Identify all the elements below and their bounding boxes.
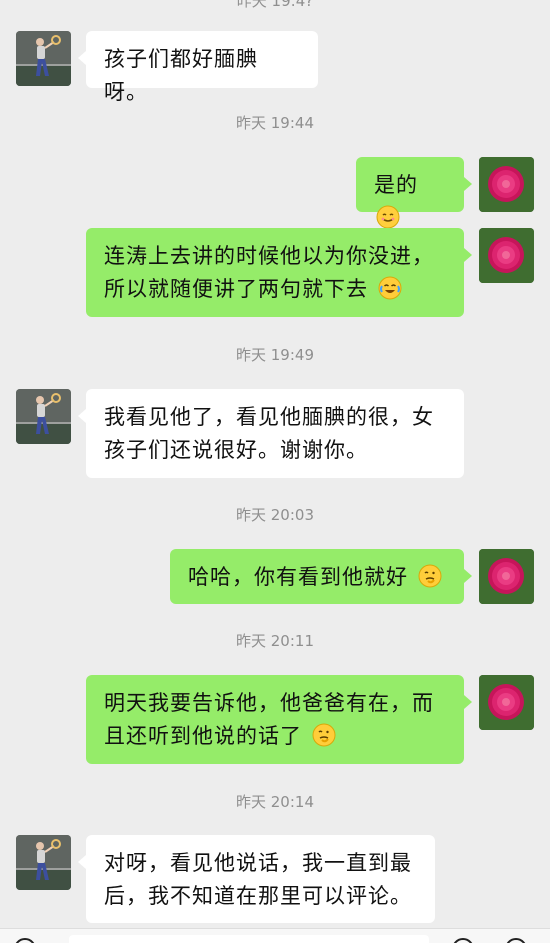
chat-bubble[interactable]: 是的 (356, 157, 472, 229)
chat-bubble[interactable]: 明天我要告诉他，他爸爸有在，而 且还听到他说的话了 (86, 675, 472, 764)
chat-bubble[interactable]: 对呀，看见他说话，我一直到最 后，我不知道在那里可以评论。 (78, 835, 435, 923)
timestamp: 昨天 20:14 (236, 793, 314, 811)
tennis-player-avatar[interactable] (16, 31, 71, 86)
flower-avatar[interactable] (479, 228, 534, 283)
flower-avatar[interactable] (479, 675, 534, 730)
flower-avatar[interactable] (479, 549, 534, 604)
timestamp: 昨天 19:49 (236, 346, 314, 364)
message-line-text: 所以就随便讲了两句就下去 (104, 277, 368, 301)
chat-input-bar (0, 928, 550, 943)
thinking-emoji-icon (312, 723, 336, 747)
smile-emoji-icon (376, 205, 400, 229)
thinking-emoji-icon (418, 564, 442, 588)
chat-bubble[interactable]: 我看见他了，看见他腼腆的很，女 孩子们还说很好。谢谢你。 (78, 389, 464, 478)
message-line: 所以就随便讲了两句就下去 (104, 273, 446, 306)
chat-bubble[interactable]: 孩子们都好腼腆呀。 (78, 31, 318, 104)
message-text: 是的 (374, 173, 418, 197)
tennis-player-avatar[interactable] (16, 835, 71, 890)
timestamp: 昨天 20:11 (236, 632, 314, 650)
laugh-cry-emoji-icon (378, 276, 402, 300)
message-line: 且还听到他说的话了 (104, 720, 446, 753)
message-text: 孩子们都好腼腆呀。 (104, 47, 258, 104)
chat-bubble[interactable]: 连涛上去讲的时候他以为你没进， 所以就随便讲了两句就下去 (86, 228, 472, 317)
message-line: 孩子们还说很好。谢谢你。 (104, 438, 368, 462)
timestamp-top: 昨天 19:4? (236, 0, 314, 10)
timestamp: 昨天 20:03 (236, 506, 314, 524)
message-line: 连涛上去讲的时候他以为你没进， (104, 244, 434, 268)
message-line: 我看见他了，看见他腼腆的很，女 (104, 405, 434, 429)
chat-bubble[interactable]: 哈哈，你有看到他就好 (170, 549, 472, 604)
message-line: 对呀，看见他说话，我一直到最 (104, 851, 412, 875)
add-icon[interactable] (505, 938, 527, 943)
chat-window: 昨天 19:4? 孩子们都好腼腆呀。 昨天 19:44 是的 连涛上去讲的时候他… (0, 0, 550, 943)
message-text: 哈哈，你有看到他就好 (188, 565, 408, 589)
tennis-player-avatar[interactable] (16, 389, 71, 444)
emoji-icon[interactable] (452, 938, 474, 943)
timestamp: 昨天 19:44 (236, 114, 314, 132)
voice-icon[interactable] (14, 938, 36, 943)
message-line: 后，我不知道在那里可以评论。 (104, 884, 412, 908)
flower-avatar[interactable] (479, 157, 534, 212)
message-line: 明天我要告诉他，他爸爸有在，而 (104, 691, 434, 715)
message-input[interactable] (69, 935, 429, 943)
message-line-text: 且还听到他说的话了 (104, 724, 302, 748)
